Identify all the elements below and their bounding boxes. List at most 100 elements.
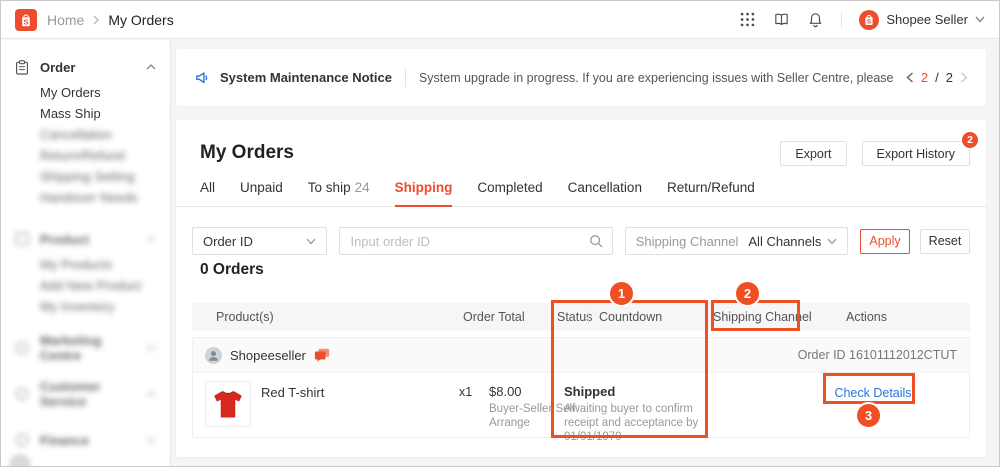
sidebar-item-blurred[interactable]: Shipping Setting xyxy=(1,166,170,187)
sidebar-item-blurred[interactable]: Handover Needs xyxy=(1,187,170,208)
main-content: System Maintenance Notice System upgrade… xyxy=(171,39,999,466)
shopee-avatar-icon: S xyxy=(859,9,880,30)
chevron-down-icon xyxy=(146,437,156,443)
sidebar-item-blurred[interactable]: Cancellation xyxy=(1,124,170,145)
notifications-bell-icon[interactable] xyxy=(807,11,824,28)
tab-count: 24 xyxy=(354,180,370,195)
tab-unpaid[interactable]: Unpaid xyxy=(240,180,283,206)
tab-label: Cancellation xyxy=(567,180,642,195)
notice-page-total: 2 xyxy=(945,70,953,85)
tab-label: Completed xyxy=(477,180,543,195)
column-products: Product(s) xyxy=(216,310,274,324)
sidebar-section-label: Marketing Centre xyxy=(40,333,102,363)
orders-count: 0 Orders xyxy=(200,261,264,278)
tab-completed[interactable]: Completed xyxy=(477,180,542,206)
dollar-icon xyxy=(15,433,30,448)
order-product-row: Red T-shirt x1 $8.00 Buyer-Seller Self A… xyxy=(193,373,969,443)
sidebar-nav: Order My Orders Mass Ship Cancellation R… xyxy=(1,40,171,466)
notice-divider xyxy=(404,68,406,87)
tab-to-ship[interactable]: To ship 24 xyxy=(308,180,370,206)
sidebar-section-finance[interactable]: Finance xyxy=(1,425,170,455)
sidebar-section-marketing[interactable]: Marketing Centre xyxy=(1,333,170,363)
sidebar-section-label: Finance xyxy=(40,432,90,448)
person-icon xyxy=(205,346,222,364)
sidebar-item-my-orders[interactable]: My Orders xyxy=(1,82,170,103)
sidebar-section-label: Customer Service xyxy=(40,379,101,409)
order-id-select-value: Order ID xyxy=(203,233,253,249)
apps-grid-icon[interactable] xyxy=(739,11,756,28)
order-filters: Order ID Shipping Channel All Channels A… xyxy=(192,227,970,255)
tab-cancellation[interactable]: Cancellation xyxy=(568,180,642,206)
chevron-up-icon xyxy=(146,64,156,70)
sidebar-section-customer-service[interactable]: Customer Service xyxy=(1,379,170,409)
notice-message: System upgrade in progress. If you are e… xyxy=(418,70,894,85)
order-id-input-wrap xyxy=(339,227,613,255)
svg-text:S: S xyxy=(867,18,872,25)
column-order-total: Order Total xyxy=(463,310,525,324)
chat-bubbles-icon[interactable] xyxy=(314,347,330,363)
shopee-logo-icon[interactable]: S xyxy=(15,8,37,31)
tab-all[interactable]: All xyxy=(200,180,215,206)
order-status-note: Awaiting buyer to confirm receipt and ac… xyxy=(564,403,699,443)
sidebar-section-label: Product xyxy=(40,231,90,247)
order-id-input[interactable] xyxy=(340,233,589,249)
order-id-select[interactable]: Order ID xyxy=(192,227,328,255)
topbar-divider xyxy=(841,11,843,28)
orders-table-header: Product(s) Order Total Status Countdown … xyxy=(192,303,970,331)
sidebar-item-blurred[interactable]: My Inventory xyxy=(1,296,170,317)
sidebar-item-mass-ship[interactable]: Mass Ship xyxy=(1,103,170,124)
megaphone-icon xyxy=(15,341,30,356)
breadcrumb-current: My Orders xyxy=(108,11,174,28)
box-icon xyxy=(15,232,30,247)
order-total-value: $8.00 xyxy=(489,384,522,399)
sidebar-section-product[interactable]: Product xyxy=(1,224,170,254)
order-status-tabs: All Unpaid To ship 24 Shipping Completed … xyxy=(176,180,986,207)
notice-pagination: 2 / 2 xyxy=(906,70,968,85)
page-title: My Orders xyxy=(200,142,294,163)
tab-label: Unpaid xyxy=(240,180,283,195)
shopee-seller-centre-page: S Home My Orders S Shopee Seller Order M… xyxy=(0,0,1000,467)
reset-button[interactable]: Reset xyxy=(920,228,970,254)
sidebar-section-label: Order xyxy=(40,59,76,75)
megaphone-icon xyxy=(194,69,211,86)
export-actions: Export Export History 2 xyxy=(780,132,978,166)
chevron-down-icon xyxy=(146,391,156,397)
my-orders-card: My Orders Export Export History 2 All Un… xyxy=(176,120,986,457)
column-shipping-channel: Shipping Channel xyxy=(713,310,812,324)
sidebar-item-blurred[interactable]: My Products xyxy=(1,254,170,275)
notice-page-current: 2 xyxy=(920,70,929,85)
breadcrumb: Home My Orders xyxy=(47,12,174,28)
order-id-value: Order ID 16101112012CTUT xyxy=(797,348,957,362)
chevron-down-icon xyxy=(146,345,156,351)
buyer-username[interactable]: Shopeeseller xyxy=(230,348,306,363)
next-page-icon[interactable] xyxy=(960,72,968,83)
learning-book-icon[interactable] xyxy=(773,11,790,28)
shipping-channel-value: All Channels xyxy=(748,233,822,249)
tab-shipping[interactable]: Shipping xyxy=(394,180,453,207)
svg-text:S: S xyxy=(23,17,28,26)
sidebar-section-order[interactable]: Order xyxy=(1,52,170,82)
search-icon[interactable] xyxy=(589,234,603,248)
tab-label: All xyxy=(200,180,216,195)
chevron-down-icon xyxy=(146,236,156,242)
apply-button[interactable]: Apply xyxy=(860,228,910,254)
export-history-button[interactable]: Export History xyxy=(861,141,970,166)
account-menu[interactable]: S Shopee Seller xyxy=(859,9,985,30)
export-button[interactable]: Export xyxy=(780,141,847,166)
tab-return-refund[interactable]: Return/Refund xyxy=(667,180,755,206)
chevron-down-icon xyxy=(975,16,985,23)
red-tshirt-image[interactable] xyxy=(205,381,251,427)
top-header: S Home My Orders S Shopee Seller xyxy=(1,1,999,39)
shipping-channel-select[interactable]: Shipping Channel All Channels xyxy=(624,227,848,255)
check-details-link[interactable]: Check Details xyxy=(827,386,919,400)
headset-icon xyxy=(15,387,30,402)
maintenance-notice-banner: System Maintenance Notice System upgrade… xyxy=(176,49,986,106)
sidebar-item-blurred[interactable]: Return/Refund xyxy=(1,145,170,166)
chevron-right-icon xyxy=(92,15,100,25)
sidebar-item-blurred[interactable]: Add New Product xyxy=(1,275,170,296)
product-name[interactable]: Red T-shirt xyxy=(261,385,324,400)
notice-page-separator: / xyxy=(935,70,939,85)
previous-page-icon[interactable] xyxy=(906,72,914,83)
breadcrumb-home[interactable]: Home xyxy=(47,12,84,28)
tab-label: Return/Refund xyxy=(666,180,755,195)
